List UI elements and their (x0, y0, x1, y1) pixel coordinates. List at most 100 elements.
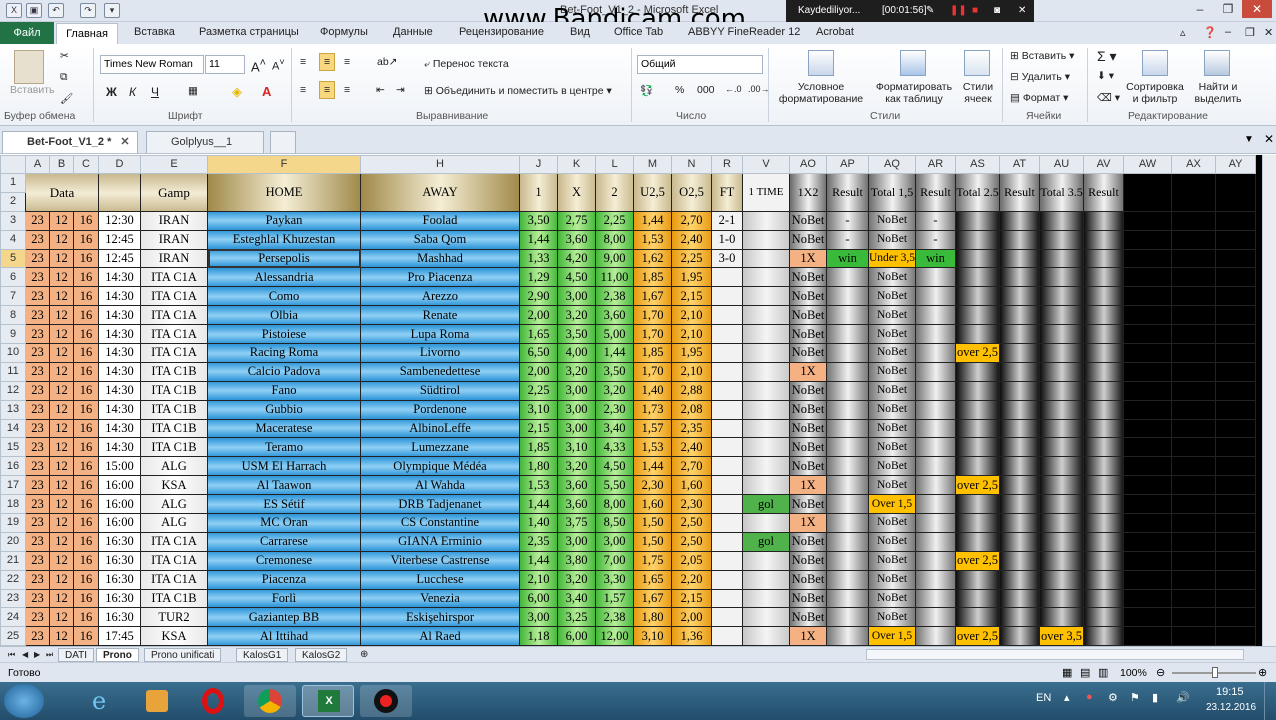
cell-home-team[interactable]: Gaziantep BB (207, 607, 361, 628)
cell-month[interactable]: 12 (49, 399, 74, 420)
align-right-icon[interactable]: ≡ (344, 84, 350, 96)
cell-result-3[interactable] (999, 361, 1040, 382)
row-header[interactable]: 2 (0, 191, 26, 212)
workbook-tabs-close-icon[interactable]: ✕ (1264, 132, 1274, 146)
cell-over-2-5[interactable]: 2,70 (671, 456, 712, 477)
align-middle-icon[interactable]: ≡ (319, 53, 336, 71)
cell-result-4[interactable] (1083, 210, 1124, 231)
empty-cell[interactable] (1171, 380, 1216, 401)
cell-1x2[interactable]: NoBet (789, 437, 827, 458)
empty-cell[interactable] (1171, 513, 1216, 533)
tab-insert[interactable]: Вставка (134, 26, 175, 38)
cell-result-1[interactable] (826, 475, 869, 496)
cell-result-3[interactable] (999, 550, 1040, 571)
workbook-list-dropdown-icon[interactable]: ▼ (1244, 134, 1254, 145)
cell-time[interactable]: 16:30 (98, 531, 141, 552)
last-sheet-icon[interactable]: ⏭ (40, 648, 59, 662)
cell-day[interactable]: 23 (25, 475, 50, 496)
cell-odds-1[interactable]: 2,00 (519, 361, 558, 382)
cell-total-3-5[interactable]: over 3,5 (1039, 626, 1084, 646)
cell-month[interactable]: 12 (49, 607, 74, 628)
row-header[interactable]: 3 (0, 210, 26, 231)
cell-day[interactable]: 23 (25, 286, 50, 307)
tray-app-icon[interactable]: ● (1086, 691, 1093, 703)
cell-day[interactable]: 23 (25, 399, 50, 420)
cell-result-3[interactable] (999, 588, 1040, 609)
cell-total-2-5[interactable] (955, 513, 1000, 533)
row-header[interactable]: 17 (0, 475, 26, 496)
cell-result-4[interactable] (1083, 456, 1124, 477)
cell-1-time[interactable] (742, 343, 790, 363)
cell-result-1[interactable] (826, 494, 869, 515)
cell-month[interactable]: 12 (49, 267, 74, 288)
cell-result-1[interactable]: - (826, 229, 869, 250)
cell-result-2[interactable] (915, 531, 956, 552)
cell-day[interactable]: 23 (25, 305, 50, 326)
cell-1-time[interactable] (742, 550, 790, 571)
thousands-icon[interactable]: 000 (697, 84, 715, 96)
cell-result-4[interactable] (1083, 588, 1124, 609)
header-total-1-5[interactable]: Total 1,5 (868, 173, 916, 212)
help-icon[interactable]: ❓ (1203, 26, 1217, 39)
cell-total-3-5[interactable] (1039, 607, 1084, 628)
cell-year[interactable]: 16 (73, 531, 99, 552)
cell-time[interactable]: 14:30 (98, 305, 141, 326)
empty-cell[interactable] (1123, 343, 1172, 363)
empty-cell[interactable] (1171, 248, 1216, 269)
cell-month[interactable]: 12 (49, 531, 74, 552)
empty-cell[interactable] (1123, 494, 1172, 515)
cell-day[interactable]: 23 (25, 607, 50, 628)
cell-away-team[interactable]: Sambenedettese (360, 361, 520, 382)
cell-total-2-5[interactable] (955, 305, 1000, 326)
cell-day[interactable]: 23 (25, 210, 50, 231)
cell-league[interactable]: IRAN (140, 248, 208, 269)
cell-total-3-5[interactable] (1039, 286, 1084, 307)
cell-league[interactable]: ALG (140, 494, 208, 515)
cell-total-3-5[interactable] (1039, 513, 1084, 533)
cell-1x2[interactable]: NoBet (789, 267, 827, 288)
cell-league[interactable]: ITA C1B (140, 399, 208, 420)
clock-date[interactable]: 23.12.2016 (1206, 702, 1256, 713)
empty-cell[interactable] (1171, 173, 1216, 212)
cell-league[interactable]: IRAN (140, 210, 208, 231)
tab-file[interactable]: Файл (0, 22, 54, 44)
cell-odds-1[interactable]: 1,29 (519, 267, 558, 288)
cell-time[interactable]: 12:45 (98, 229, 141, 250)
tab-acrobat[interactable]: Acrobat (816, 26, 854, 38)
column-header[interactable]: M (633, 155, 672, 174)
cell-year[interactable]: 16 (73, 588, 99, 609)
empty-cell[interactable] (1123, 229, 1172, 250)
cell-total-1-5[interactable]: NoBet (868, 513, 916, 533)
header-result-2[interactable]: Result (915, 173, 956, 212)
cell-total-3-5[interactable] (1039, 305, 1084, 326)
empty-cell[interactable] (1215, 399, 1256, 420)
cell-over-2-5[interactable]: 2,30 (671, 494, 712, 515)
cell-under-2-5[interactable]: 1,70 (633, 305, 672, 326)
zoom-in-icon[interactable]: ⊕ (1258, 666, 1267, 679)
cell-odds-1[interactable]: 1,80 (519, 456, 558, 477)
cell-away-team[interactable]: Al Raed (360, 626, 520, 646)
currency-icon[interactable]: 💱 (640, 84, 653, 97)
cell-odds-2[interactable]: 7,00 (595, 550, 634, 571)
cell-odds-2[interactable]: 11,00 (595, 267, 634, 288)
cell-result-2[interactable] (915, 513, 956, 533)
cell-home-team[interactable]: ES Sétif (207, 494, 361, 515)
cell-odds-x[interactable]: 3,10 (557, 437, 596, 458)
empty-cell[interactable] (1123, 267, 1172, 288)
cell-league[interactable]: ITA C1A (140, 550, 208, 571)
cell-total-1-5[interactable]: NoBet (868, 210, 916, 231)
page-break-view-icon[interactable]: ▥ (1098, 666, 1108, 679)
row-header[interactable]: 8 (0, 305, 26, 326)
cell-1-time[interactable] (742, 437, 790, 458)
cell-result-3[interactable] (999, 531, 1040, 552)
cell-day[interactable]: 23 (25, 456, 50, 477)
cell-total-2-5[interactable] (955, 456, 1000, 477)
cell-total-2-5[interactable] (955, 229, 1000, 250)
cell-month[interactable]: 12 (49, 494, 74, 515)
bandicam-icon[interactable] (360, 685, 412, 717)
cell-odds-1[interactable]: 2,10 (519, 569, 558, 590)
cell-year[interactable]: 16 (73, 418, 99, 439)
cell-1x2[interactable]: NoBet (789, 286, 827, 307)
cell-month[interactable]: 12 (49, 210, 74, 231)
empty-cell[interactable] (1123, 418, 1172, 439)
